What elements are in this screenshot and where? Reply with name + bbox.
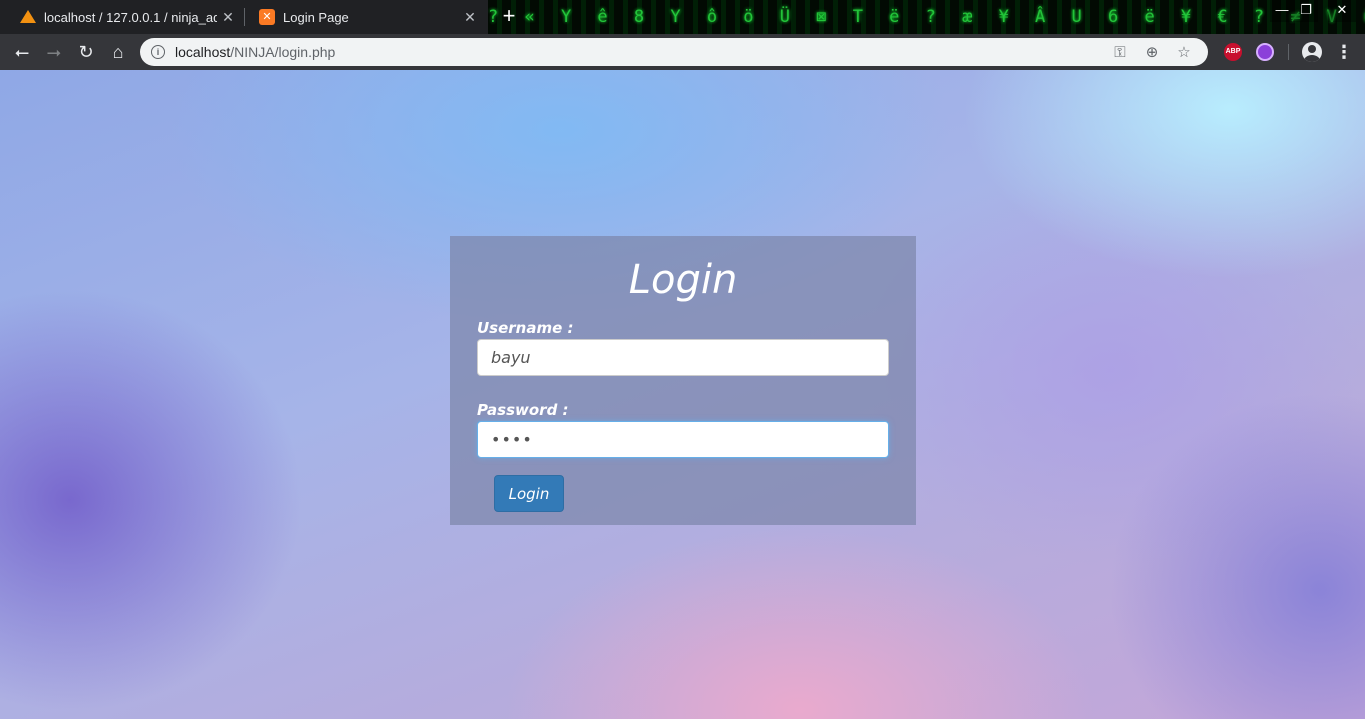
password-input[interactable]	[477, 421, 889, 458]
home-icon[interactable]: ⌂	[104, 38, 132, 66]
restore-button[interactable]: ❐	[1294, 0, 1318, 22]
key-icon[interactable]: ⚿	[1104, 44, 1136, 61]
omnibox-icons: ⚿ ⊕ ☆	[1104, 38, 1200, 66]
password-label: Password :	[477, 401, 569, 419]
tab-phpmyadmin[interactable]: localhost / 127.0.0.1 / ninja_adver ✕	[0, 0, 245, 34]
address-bar[interactable]: i localhost/NINJA/login.php ⚿ ⊕ ☆	[140, 38, 1208, 66]
username-label: Username :	[477, 319, 574, 337]
login-button[interactable]: Login	[494, 475, 564, 512]
info-icon[interactable]: i	[151, 45, 165, 59]
profile-avatar-icon[interactable]	[1302, 42, 1322, 62]
theme-background: ? « Y ê 8 Y ô ö Ü ⊠ T ë ? æ ¥ Â U 6 ë ¥ …	[488, 0, 1365, 34]
star-icon[interactable]: ☆	[1168, 43, 1200, 61]
reload-icon[interactable]: ↻	[72, 38, 100, 66]
page-viewport: Login Username : Password : Login	[0, 70, 1365, 719]
menu-dots-icon[interactable]: ⋮	[1334, 38, 1354, 66]
login-title: Login	[628, 257, 738, 303]
login-panel: Login Username : Password : Login	[450, 236, 916, 525]
url-host: localhost	[175, 44, 231, 60]
tab-strip: ? « Y ê 8 Y ô ö Ü ⊠ T ë ? æ ¥ Â U 6 ë ¥ …	[0, 0, 1365, 34]
zoom-icon[interactable]: ⊕	[1136, 43, 1168, 61]
phpmyadmin-icon	[20, 10, 36, 24]
window-close-button[interactable]: ✕	[1328, 0, 1356, 22]
extension-icon[interactable]	[1256, 43, 1274, 61]
forward-arrow-icon[interactable]: ⭢	[40, 38, 68, 66]
url-text: localhost/NINJA/login.php	[175, 44, 335, 60]
tab-title: Login Page	[283, 9, 349, 25]
minimize-button[interactable]: —	[1270, 0, 1294, 22]
username-input[interactable]	[477, 339, 889, 376]
new-tab-button[interactable]: +	[497, 5, 521, 29]
url-path: /NINJA/login.php	[230, 44, 336, 60]
tab-title: localhost / 127.0.0.1 / ninja_adver	[44, 9, 217, 25]
tab-login-page[interactable]: ✕ Login Page ✕	[245, 0, 487, 34]
adblock-plus-icon[interactable]: ABP	[1224, 43, 1242, 61]
toolbar-divider	[1288, 44, 1289, 60]
browser-toolbar: ⭠ ⭢ ↻ ⌂ i localhost/NINJA/login.php ⚿ ⊕ …	[0, 34, 1365, 70]
close-icon[interactable]: ✕	[217, 9, 239, 26]
close-icon[interactable]: ✕	[459, 9, 481, 26]
xampp-icon: ✕	[259, 9, 275, 25]
back-arrow-icon[interactable]: ⭠	[8, 38, 36, 66]
